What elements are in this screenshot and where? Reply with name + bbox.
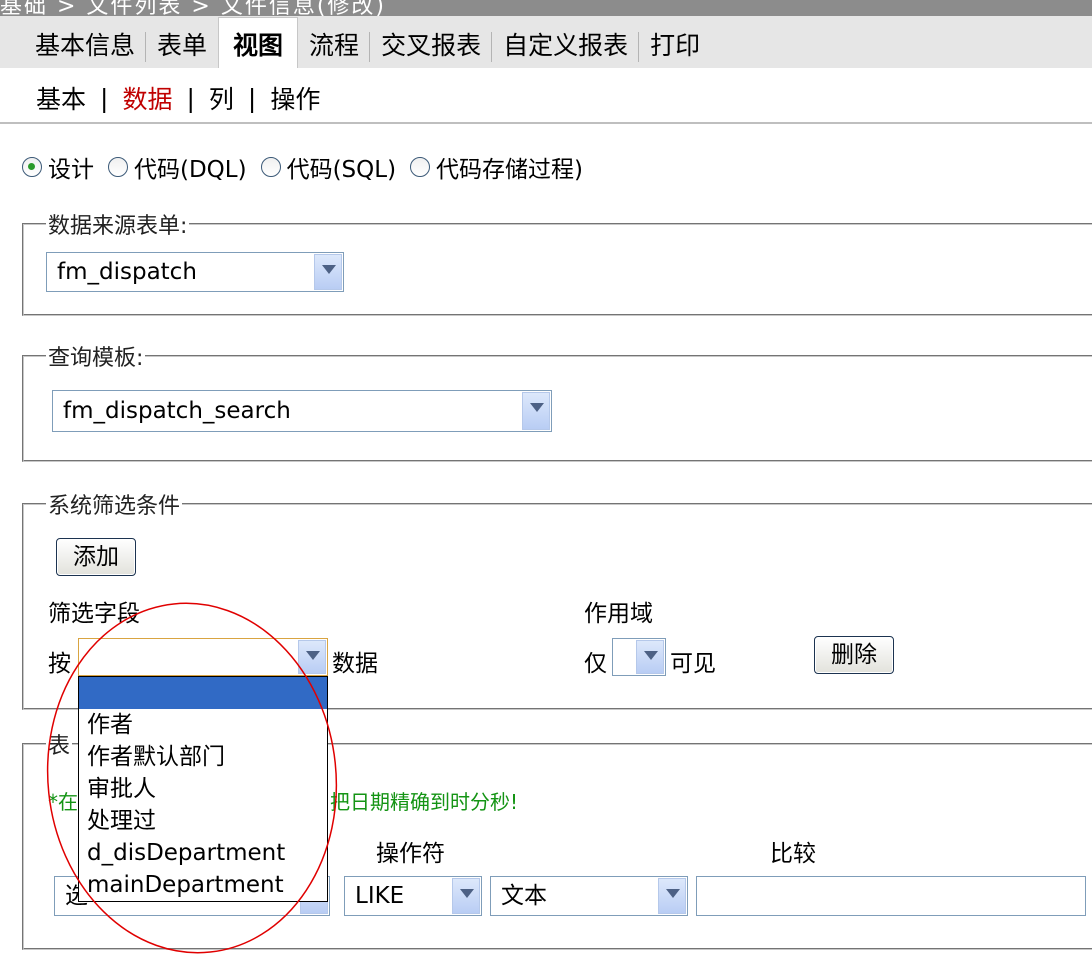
radio-checked-icon[interactable] xyxy=(22,157,42,177)
mode-sql-label: 代码(SQL) xyxy=(286,157,397,183)
mode-dql-option[interactable]: 代码(DQL) xyxy=(108,150,247,184)
dropdown-option-handled[interactable]: 处理过 xyxy=(79,805,327,837)
radio-unchecked-icon[interactable] xyxy=(108,157,128,177)
subtab-operations[interactable]: 操作 xyxy=(270,80,320,116)
dropdown-option-approver[interactable]: 审批人 xyxy=(79,773,327,805)
tab-custom-report[interactable]: 自定义报表 xyxy=(491,18,639,68)
data-label: 数据 xyxy=(332,651,378,677)
by-label: 按 xyxy=(48,651,71,677)
form-filter-legend: 表 xyxy=(48,734,71,759)
dropdown-option-dis-department[interactable]: d_disDepartment xyxy=(79,837,327,869)
mode-design-label: 设计 xyxy=(48,157,94,183)
chevron-down-icon[interactable] xyxy=(298,640,326,674)
only-label: 仅 xyxy=(584,651,607,677)
dropdown-option-author-default-dept[interactable]: 作者默认部门 xyxy=(79,741,327,773)
compare-value-input[interactable] xyxy=(696,876,1086,916)
sub-tab-bar: 基本 | 数据 | 列 | 操作 xyxy=(0,68,1092,124)
dropdown-option-blank[interactable] xyxy=(79,677,327,709)
subtab-separator: | xyxy=(186,83,195,113)
tab-form[interactable]: 表单 xyxy=(145,18,218,68)
mode-procedure-label: 代码存储过程) xyxy=(436,157,584,183)
breadcrumb: 基础 > 文件列表 > 文件信息(修改) xyxy=(0,0,387,16)
chevron-down-icon[interactable] xyxy=(522,392,550,430)
chevron-down-icon[interactable] xyxy=(658,878,686,914)
query-template-value: fm_dispatch_search xyxy=(63,398,291,424)
chevron-down-icon[interactable] xyxy=(314,254,342,290)
compare-header: 比较 xyxy=(770,841,816,867)
operator-header: 操作符 xyxy=(376,841,445,867)
scope-header: 作用域 xyxy=(584,601,653,627)
visible-label: 可见 xyxy=(670,651,716,677)
mode-dql-label: 代码(DQL) xyxy=(134,157,247,183)
source-form-value: fm_dispatch xyxy=(57,259,197,285)
value-type-select[interactable]: 文本 xyxy=(490,876,688,916)
mode-design-option[interactable]: 设计 xyxy=(22,150,94,184)
tab-view[interactable]: 视图 xyxy=(218,17,299,69)
filter-field-dropdown-list[interactable]: 作者 作者默认部门 审批人 处理过 d_disDepartment mainDe… xyxy=(78,676,328,902)
form-filter-note: 把日期精确到时分秒! xyxy=(330,790,519,814)
dropdown-option-author[interactable]: 作者 xyxy=(79,709,327,741)
value-type-value: 文本 xyxy=(501,883,547,909)
radio-unchecked-icon[interactable] xyxy=(410,157,431,177)
subtab-data[interactable]: 数据 xyxy=(122,80,172,116)
source-form-legend: 数据来源表单: xyxy=(48,214,188,239)
chevron-down-icon[interactable] xyxy=(636,640,664,674)
radio-unchecked-icon[interactable] xyxy=(260,157,281,177)
tab-print[interactable]: 打印 xyxy=(638,18,711,68)
window-title-bar: 基础 > 文件列表 > 文件信息(修改) xyxy=(0,0,1092,16)
subtab-separator: | xyxy=(100,83,109,113)
chevron-down-icon[interactable] xyxy=(452,878,480,914)
query-template-legend: 查询模板: xyxy=(48,346,144,371)
filter-field-select[interactable] xyxy=(78,638,328,676)
tab-cross-report[interactable]: 交叉报表 xyxy=(369,18,492,68)
scope-select[interactable] xyxy=(612,638,666,676)
tab-basic-info[interactable]: 基本信息 xyxy=(24,18,146,68)
operator-select[interactable]: LIKE xyxy=(344,876,482,916)
subtab-columns[interactable]: 列 xyxy=(209,80,234,116)
delete-filter-button[interactable]: 删除 xyxy=(814,636,894,674)
dropdown-option-main-department[interactable]: mainDepartment xyxy=(79,869,327,901)
filter-field-header: 筛选字段 xyxy=(48,601,140,627)
add-filter-button[interactable]: 添加 xyxy=(56,538,136,576)
subtab-basic[interactable]: 基本 xyxy=(36,80,86,116)
mode-sql-option[interactable]: 代码(SQL) xyxy=(260,150,397,184)
system-filter-legend: 系统筛选条件 xyxy=(48,494,181,519)
operator-value: LIKE xyxy=(355,883,405,909)
mode-radio-group: 设计 代码(DQL) 代码(SQL) 代码存储过程) xyxy=(22,150,597,184)
tab-flow[interactable]: 流程 xyxy=(298,18,370,68)
main-tab-bar: 基本信息 表单 视图 流程 交叉报表 自定义报表 打印 xyxy=(0,16,1092,69)
mode-procedure-option[interactable]: 代码存储过程) xyxy=(410,150,583,184)
form-filter-note-prefix: *在 xyxy=(48,790,78,814)
source-form-select[interactable]: fm_dispatch xyxy=(46,252,344,292)
query-template-select[interactable]: fm_dispatch_search xyxy=(52,390,552,432)
subtab-separator: | xyxy=(247,83,257,113)
